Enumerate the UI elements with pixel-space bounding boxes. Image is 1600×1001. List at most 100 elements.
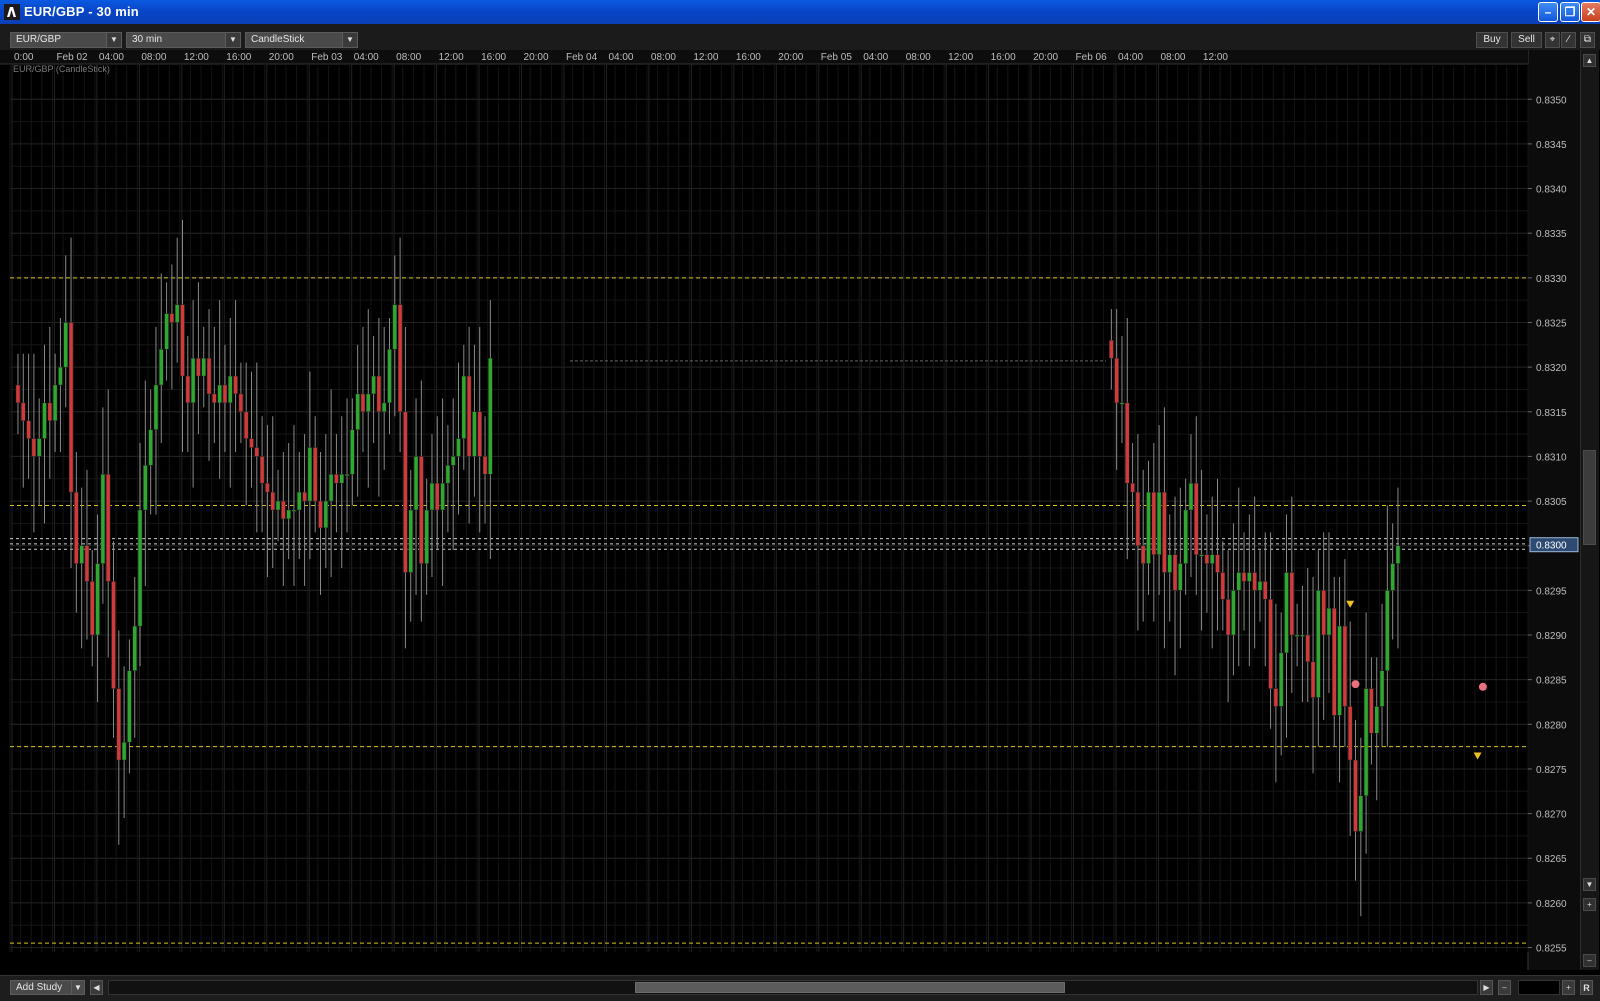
window-title-bar[interactable]: EUR/GBP - 30 min – ❐ ✕ (0, 0, 1600, 25)
arrow-left-icon: ◀ (93, 983, 100, 992)
candlestick-chart[interactable]: 0:00 Feb 02 04:00 08:00 12:00 16:00 20:00 Feb 0… (0, 50, 1580, 970)
time-tick-label: 12:00 (693, 52, 718, 63)
maximize-button[interactable]: ❐ (1560, 2, 1580, 22)
chevron-down-icon[interactable]: ▼ (106, 33, 121, 47)
candle-down (1215, 554, 1220, 573)
horizontal-scrollbar[interactable] (108, 980, 1478, 995)
candle-up (323, 500, 329, 529)
close-icon: ✕ (1585, 5, 1597, 19)
price-tick-label: 0.8330 (1536, 274, 1567, 285)
candle-down (222, 384, 228, 404)
candle-up (1209, 554, 1215, 564)
zoom-in-button[interactable]: + (1562, 980, 1575, 995)
candle-up (121, 741, 127, 761)
candle-up (344, 474, 350, 477)
candle-up (42, 402, 47, 439)
candle-down (1225, 599, 1231, 636)
time-tick-label: 20:00 (524, 52, 549, 63)
chart-type-select[interactable]: CandleStick ▼ (245, 32, 358, 48)
add-study-label: Add Study (16, 982, 63, 993)
candle-up (153, 384, 159, 430)
time-tick-label: 16:00 (991, 52, 1016, 63)
price-tick-label: 0.8315 (1536, 408, 1567, 419)
close-button[interactable]: ✕ (1581, 2, 1600, 22)
symbol-select[interactable]: EUR/GBP ▼ (10, 32, 122, 48)
sell-button[interactable]: Sell (1511, 32, 1542, 48)
detach-button[interactable]: ⧉ (1580, 32, 1595, 48)
candle-down (318, 500, 323, 529)
candle-up (36, 438, 42, 457)
buy-button[interactable]: Buy (1476, 32, 1508, 48)
time-tick-label: 16:00 (226, 52, 251, 63)
candle-up (307, 447, 313, 502)
scroll-down-button[interactable]: ▼ (1583, 878, 1596, 891)
candle-down (1194, 482, 1199, 555)
candle-down (1220, 572, 1226, 600)
scroll-left-button[interactable]: ◀ (90, 980, 103, 995)
vertical-scroll-thumb[interactable] (1583, 450, 1596, 545)
chevron-down-icon[interactable]: ▼ (342, 33, 357, 47)
horizontal-scroll-thumb[interactable] (635, 982, 1065, 993)
cursor-tool-button[interactable]: ⌖ (1545, 32, 1560, 48)
candle-up (275, 500, 281, 511)
candle-up (1178, 563, 1183, 591)
candle-up (424, 509, 429, 564)
candle-up (1385, 590, 1390, 671)
price-tick-label: 0.8345 (1536, 140, 1567, 151)
candle-up (143, 465, 148, 511)
candle-down (1125, 402, 1130, 484)
zoom-out-vertical-button[interactable]: – (1583, 954, 1596, 967)
candle-down (281, 500, 286, 520)
candle-up (132, 625, 137, 671)
event-marker (1478, 682, 1487, 691)
crosshair-icon: ⌖ (1549, 34, 1556, 45)
scroll-up-button[interactable]: ▲ (1583, 54, 1596, 67)
zoom-slider[interactable] (1518, 980, 1560, 995)
candle-down (302, 491, 307, 502)
minus-icon: – (1502, 983, 1507, 992)
candle-down (1140, 545, 1146, 564)
scroll-right-button[interactable]: ▶ (1480, 980, 1493, 995)
time-tick-label: 08:00 (906, 52, 931, 63)
reset-button[interactable]: R (1580, 980, 1593, 995)
draw-line-button[interactable]: ∕ (1561, 32, 1576, 48)
minimize-icon: – (1544, 5, 1552, 19)
candle-up (1337, 625, 1342, 716)
price-tick-label: 0.8320 (1536, 363, 1567, 374)
candle-down (249, 438, 254, 448)
candle-down (1369, 688, 1374, 734)
candle-down (312, 447, 318, 502)
time-tick-label: 20:00 (269, 52, 294, 63)
candle-down (1241, 572, 1247, 582)
candle-down (15, 384, 21, 404)
chevron-down-icon[interactable]: ▼ (225, 33, 240, 47)
vertical-scrollbar[interactable]: ▲ ▼ + – (1580, 50, 1599, 970)
candle-up (461, 375, 467, 439)
add-study-button[interactable]: Add Study ▼ (10, 980, 85, 995)
candle-up (350, 429, 355, 475)
candle-up (148, 429, 153, 466)
chart-area[interactable]: 0:00 Feb 02 04:00 08:00 12:00 16:00 20:00 Feb 0… (0, 50, 1600, 970)
candle-up (1395, 545, 1401, 564)
period-value: 30 min (132, 34, 163, 45)
time-tick-label: Feb 03 (311, 52, 343, 63)
candle-down (259, 456, 265, 484)
candle-down (1252, 572, 1257, 591)
time-tick-label: 08:00 (1160, 52, 1185, 63)
candle-up (1156, 491, 1162, 555)
candle-up (100, 474, 106, 564)
candle-down (238, 393, 244, 413)
candle-down (1130, 482, 1135, 493)
candle-down (1151, 491, 1157, 555)
detach-icon: ⧉ (1583, 34, 1592, 45)
period-select[interactable]: 30 min ▼ (126, 32, 241, 48)
candle-up (1236, 572, 1241, 591)
zoom-out-button[interactable]: – (1498, 980, 1511, 995)
candle-down (169, 313, 175, 323)
minimize-button[interactable]: – (1538, 2, 1558, 22)
candle-down (477, 411, 482, 457)
chevron-down-icon[interactable]: ▼ (71, 981, 84, 994)
zoom-in-vertical-button[interactable]: + (1583, 898, 1596, 911)
candle-up (1167, 554, 1172, 573)
candle-down (1263, 581, 1268, 600)
